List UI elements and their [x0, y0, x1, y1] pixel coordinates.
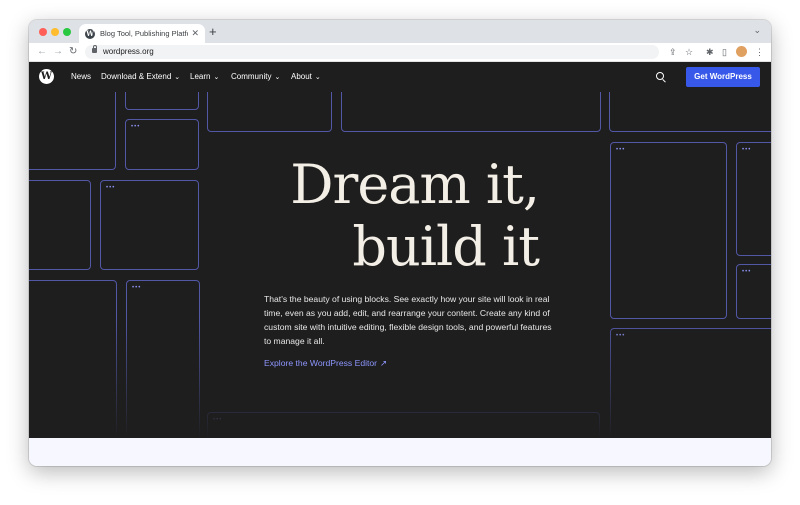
minimize-window-button[interactable]	[51, 28, 59, 36]
tab-search-chevron-icon[interactable]: ⌄	[753, 25, 761, 36]
headline-line-2: build it	[352, 215, 540, 278]
block-dots: •••	[742, 147, 752, 153]
block-dots: •••	[213, 417, 223, 423]
decorative-block: •••	[125, 119, 199, 170]
browser-toolbar: ← → ↻ wordpress.org ⇪ ☆ ✱ ▯ ⋮	[29, 43, 771, 62]
nav-item-label: Learn	[190, 72, 211, 81]
decorative-block	[125, 92, 199, 110]
decorative-block: •••	[736, 264, 771, 319]
block-dots: •••	[106, 185, 116, 191]
nav-item-label: About	[291, 72, 312, 81]
nav-item-label: Download & Extend	[101, 72, 172, 81]
page-viewport: W News Download & Extend ⌄ Learn ⌄ Communi…	[29, 62, 771, 466]
share-icon[interactable]: ⇪	[669, 45, 677, 59]
decorative-block: •••	[736, 142, 771, 256]
decorative-block: •••	[100, 180, 199, 270]
zoom-window-button[interactable]	[63, 28, 71, 36]
browser-tab[interactable]: W Blog Tool, Publishing Platform, ✕	[79, 24, 205, 43]
nav-item-news[interactable]: News	[71, 62, 91, 92]
side-panel-icon[interactable]: ▯	[722, 45, 727, 59]
nav-item-label: News	[71, 72, 92, 81]
tab-close-icon[interactable]: ✕	[191, 28, 199, 39]
decorative-block	[29, 280, 117, 438]
nav-item-learn[interactable]: Learn ⌄	[190, 62, 219, 92]
nav-item-about[interactable]: About ⌄	[291, 62, 321, 92]
decorative-block	[341, 92, 601, 132]
browser-window: W Blog Tool, Publishing Platform, ✕ + ⌄ …	[29, 20, 771, 466]
tab-strip: W Blog Tool, Publishing Platform, ✕ + ⌄	[29, 20, 771, 43]
headline-line-1: Dream it,	[290, 153, 540, 216]
decorative-block	[29, 180, 91, 270]
bookmark-star-icon[interactable]: ☆	[685, 45, 693, 59]
nav-item-community[interactable]: Community ⌄	[231, 62, 280, 92]
new-tab-button[interactable]: +	[209, 24, 217, 40]
forward-arrow-icon[interactable]: →	[53, 45, 63, 59]
nav-item-label: Community	[231, 72, 272, 81]
hero-headline: Dream it, build it	[259, 153, 540, 278]
hero-description: That's the beauty of using blocks. See e…	[264, 294, 552, 346]
url-text[interactable]: wordpress.org	[103, 45, 154, 59]
block-dots: •••	[742, 269, 752, 275]
decorative-block: •••	[126, 280, 200, 438]
decorative-block	[29, 92, 116, 170]
decorative-block: •••	[610, 328, 771, 438]
chevron-down-icon: ⌄	[274, 74, 281, 81]
back-arrow-icon[interactable]: ←	[37, 45, 47, 59]
reload-icon[interactable]: ↻	[69, 45, 77, 59]
block-dots: •••	[131, 124, 141, 130]
block-dots: •••	[132, 285, 142, 291]
lock-icon[interactable]	[92, 45, 97, 53]
block-dots: •••	[616, 333, 626, 339]
nav-item-download-extend[interactable]: Download & Extend ⌄	[101, 62, 180, 92]
external-arrow-icon: ↗	[380, 358, 388, 368]
profile-avatar[interactable]	[736, 46, 747, 57]
decorative-block	[609, 92, 771, 132]
extensions-puzzle-icon[interactable]: ✱	[706, 45, 714, 59]
tab-title: Blog Tool, Publishing Platform,	[100, 29, 188, 38]
explore-link-label: Explore the WordPress Editor	[264, 358, 378, 368]
browser-menu-icon[interactable]: ⋮	[755, 45, 764, 59]
search-icon[interactable]	[656, 72, 664, 80]
hero-section: ••• ••• ••• ••• ••• ••• ••• ••• Dream it…	[29, 92, 771, 438]
chevron-down-icon: ⌄	[314, 74, 321, 81]
site-navigation: W News Download & Extend ⌄ Learn ⌄ Communi…	[29, 62, 771, 92]
chevron-down-icon: ⌄	[213, 74, 220, 81]
block-dots: •••	[616, 147, 626, 153]
close-window-button[interactable]	[39, 28, 47, 36]
decorative-block	[207, 92, 332, 132]
wordpress-logo-icon[interactable]: W	[39, 69, 54, 84]
wordpress-favicon-icon: W	[85, 28, 95, 39]
explore-editor-link[interactable]: Explore the WordPress Editor ↗	[264, 358, 387, 369]
address-bar[interactable]: wordpress.org	[85, 45, 659, 59]
chevron-down-icon: ⌄	[174, 74, 181, 81]
decorative-block: •••	[207, 412, 600, 438]
get-wordpress-button[interactable]: Get WordPress	[686, 67, 760, 87]
decorative-block: •••	[610, 142, 727, 319]
